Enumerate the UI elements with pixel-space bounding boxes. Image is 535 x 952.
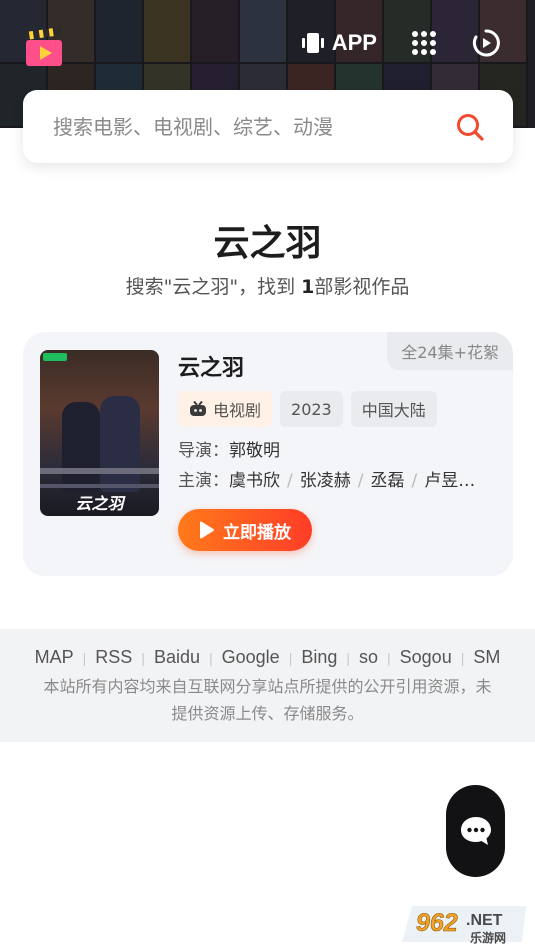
tag-year: 2023 [280,391,343,427]
search-bar [23,90,513,163]
result-count-prefix: 搜索"云之羽"，找到 [125,276,302,298]
clapperboard-play-icon[interactable] [24,26,64,68]
cast-member: 丞磊 [370,471,405,491]
director-label: 导演： [178,441,229,461]
cast-member: 卢昱… [424,471,476,491]
play-history-button[interactable] [471,28,501,58]
director-line: 导演：郭敬明 [178,436,280,461]
footer-link-sogou[interactable]: Sogou [400,647,452,668]
footer-link-baidu[interactable]: Baidu [154,647,200,668]
footer-links: MAP | RSS | Baidu | Google | Bing | so | Sogou… [34,647,501,668]
footer-link-google[interactable]: Google [222,647,280,668]
director-name: 郭敬明 [229,441,280,461]
show-title[interactable]: 云之羽 [178,350,244,382]
cast-label: 主演： [178,471,229,491]
tag-type-label: 电视剧 [213,401,262,420]
app-download-button[interactable]: APP [301,30,377,56]
footer-link-sm[interactable]: SM [473,647,500,668]
search-icon[interactable] [455,112,485,142]
search-query-title: 云之羽 [213,223,322,264]
svg-text:乐游网: 乐游网 [470,930,506,945]
poster-image[interactable]: 云之羽 [40,350,159,516]
chat-bubble-icon [460,817,491,845]
grid-dots-icon [412,31,436,55]
phone-vibrate-icon [301,33,324,53]
play-now-button[interactable]: 立即播放 [178,509,312,551]
footer-link-rss[interactable]: RSS [95,647,132,668]
app-label: APP [331,30,377,55]
poster-title: 云之羽 [75,494,124,513]
site-watermark-logo: 962 .NET 乐游网 [402,906,526,945]
result-count-number: 1 [301,276,315,298]
footer-link-so[interactable]: so [359,647,378,668]
episode-badge: 全24集+花絮 [387,332,513,370]
play-icon [200,521,214,539]
tv-icon [190,401,206,416]
result-card[interactable]: 全24集+花絮 云之羽 云之羽 电视剧 2023 中国大陆 导演：郭敬明 主演：… [23,332,513,576]
play-now-label: 立即播放 [223,522,291,543]
poster-corner-badge [43,353,67,361]
site-footer: MAP | RSS | Baidu | Google | Bing | so | Sogou… [0,629,535,742]
header-actions: APP [301,28,501,58]
tag-list: 电视剧 2023 中国大陆 [178,391,437,427]
cast-member: 张凌赫 [299,471,351,491]
result-count-suffix: 部影视作品 [314,276,410,298]
chat-button[interactable] [446,785,505,877]
footer-link-bing[interactable]: Bing [301,647,337,668]
tag-type: 电视剧 [178,391,273,427]
svg-text:.NET: .NET [466,912,503,929]
grid-menu-button[interactable] [409,28,439,58]
cast-member: 虞书欣 [229,471,280,491]
footer-link-map[interactable]: MAP [35,647,74,668]
svg-text:962: 962 [416,909,458,937]
result-count-text: 搜索"云之羽"，找到 1部影视作品 [0,272,535,299]
cast-line: 主演：虞书欣 / 张凌赫 / 丞磊 / 卢昱… [178,471,476,491]
tag-region: 中国大陆 [350,391,437,427]
footer-disclaimer: 本站所有内容均来自互联网分享站点所提供的公开引用资源，未提供资源上传、存储服务。 [43,677,492,723]
play-history-icon [472,29,500,57]
search-input[interactable] [53,114,455,139]
